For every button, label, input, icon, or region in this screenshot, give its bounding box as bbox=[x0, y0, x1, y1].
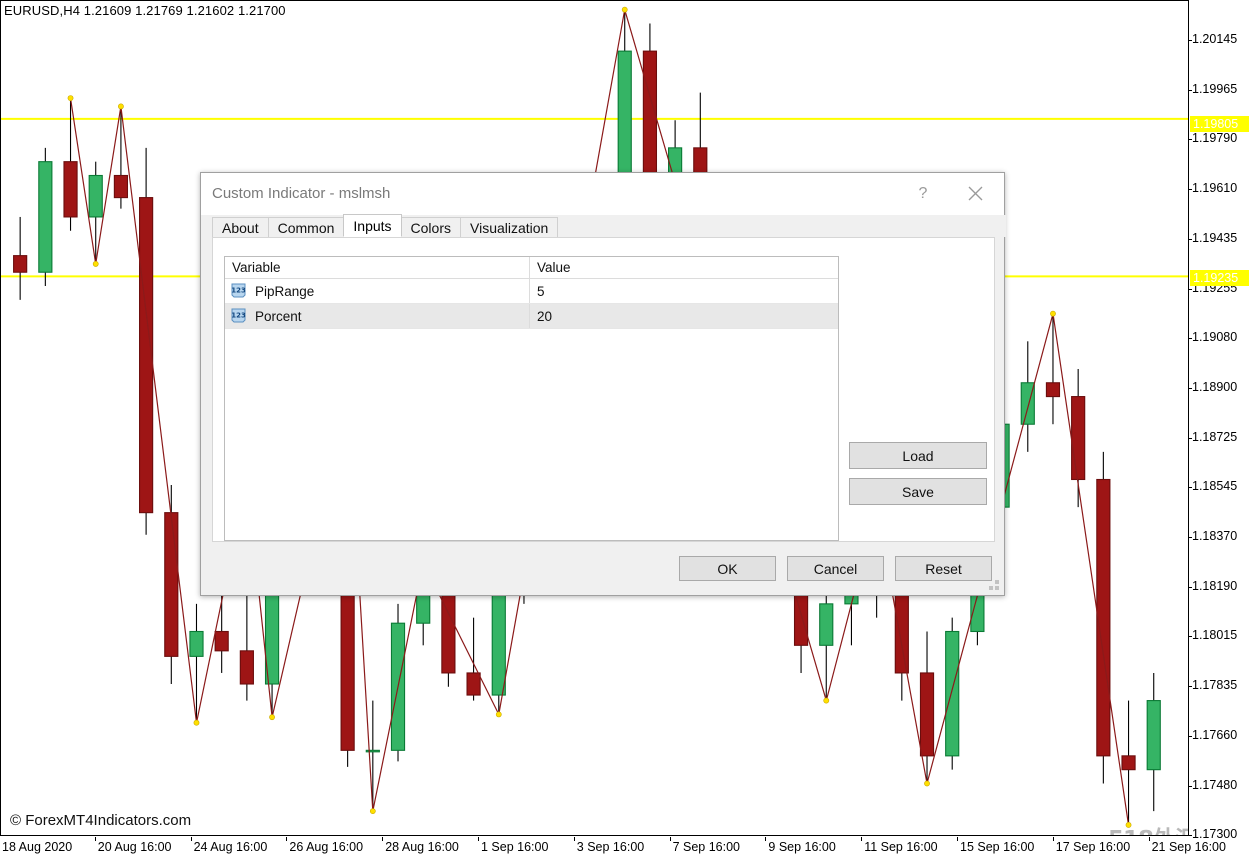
time-axis-tick: 21 Sep 16:00 bbox=[1151, 840, 1226, 854]
site-watermark: 518外汇网 bbox=[1108, 820, 1188, 835]
dialog-titlebar[interactable]: Custom Indicator - mslmsh ? bbox=[201, 173, 1004, 215]
price-axis-tick: 1.18545 bbox=[1187, 479, 1238, 494]
price-axis-tick: 1.19610 bbox=[1187, 181, 1238, 196]
parameter-name-cell: 123 Porcent bbox=[225, 304, 530, 328]
price-axis-tick: 1.19965 bbox=[1187, 81, 1238, 96]
tab-about[interactable]: About bbox=[212, 217, 269, 237]
time-axis-tickmark bbox=[765, 837, 767, 841]
question-mark-icon[interactable]: ? bbox=[900, 173, 946, 214]
svg-text:123: 123 bbox=[231, 312, 246, 320]
cancel-button[interactable]: Cancel bbox=[787, 556, 884, 581]
tab-label: About bbox=[222, 219, 259, 236]
price-axis-tick: 1.20145 bbox=[1187, 32, 1238, 46]
price-axis-tick: 1.18190 bbox=[1187, 578, 1238, 593]
time-axis-tickmark bbox=[573, 837, 575, 841]
price-axis-tick: 1.19080 bbox=[1187, 330, 1238, 345]
resize-grip[interactable] bbox=[989, 580, 1001, 592]
time-axis-tickmark bbox=[957, 837, 958, 841]
svg-text:123: 123 bbox=[231, 287, 246, 295]
dialog-title: Custom Indicator - mslmsh bbox=[212, 185, 391, 202]
price-axis-tick: 1.19435 bbox=[1187, 230, 1238, 245]
tab-strip-inner: About Common Inputs Colors Visualization bbox=[212, 214, 559, 237]
time-axis-tick: 15 Sep 16:00 bbox=[960, 840, 1035, 854]
tab-label: Inputs bbox=[353, 217, 392, 234]
price-axis-tick: 1.17835 bbox=[1187, 678, 1238, 693]
time-axis-tick: 24 Aug 16:00 bbox=[193, 840, 268, 854]
time-axis-tick: 11 Sep 16:00 bbox=[864, 840, 938, 854]
dialog-tabs[interactable]: About Common Inputs Colors Visualization bbox=[201, 214, 1006, 237]
save-button[interactable]: Save bbox=[849, 478, 987, 505]
time-axis-tick: 26 Aug 16:00 bbox=[289, 840, 364, 854]
time-axis-tickmark bbox=[861, 837, 863, 841]
symbol-ohlc-label: EURUSD,H4 1.21609 1.21769 1.21602 1.2170… bbox=[4, 3, 286, 18]
price-axis-tick: 1.18015 bbox=[1187, 628, 1238, 643]
number-type-icon: 123 bbox=[231, 308, 249, 324]
tab-label: Colors bbox=[410, 219, 451, 236]
tab-label: Visualization bbox=[470, 219, 549, 236]
time-axis-tick: 1 Sep 16:00 bbox=[481, 840, 549, 854]
price-axis-tick: 1.18370 bbox=[1187, 529, 1238, 543]
tab-label: Common bbox=[277, 219, 335, 236]
price-axis-tick: 1.18900 bbox=[1187, 379, 1238, 394]
load-button[interactable]: Load bbox=[849, 442, 987, 469]
price-axis-tick: 1.19790 bbox=[1187, 131, 1238, 146]
time-axis-tickmark bbox=[1052, 837, 1054, 841]
parameters-grid-body: 123 PipRange 5 123 Porcent 20 bbox=[225, 279, 838, 329]
time-axis-tickmark bbox=[382, 837, 384, 841]
time-axis-tickmark bbox=[190, 837, 192, 841]
price-level-highlight: 1.19805 bbox=[1190, 116, 1249, 132]
time-axis[interactable]: 18 Aug 2020 20 Aug 16:00 24 Aug 16:00 26 Au… bbox=[0, 837, 1226, 859]
time-axis-tick: 3 Sep 16:00 bbox=[576, 840, 645, 854]
parameter-name: Porcent bbox=[255, 308, 302, 324]
time-axis-tick: 20 Aug 16:00 bbox=[97, 840, 172, 854]
time-axis-tickmark bbox=[286, 837, 288, 841]
chart-left-border bbox=[0, 0, 1, 835]
price-level-highlight: 1.19235 bbox=[1190, 270, 1249, 286]
column-header-variable: Variable bbox=[225, 257, 530, 278]
price-axis-tick: 1.17480 bbox=[1187, 777, 1238, 792]
parameter-name: PipRange bbox=[255, 283, 315, 299]
time-axis-tick: 9 Sep 16:00 bbox=[768, 840, 836, 854]
time-axis-tickmark bbox=[94, 837, 96, 841]
parameter-value-cell[interactable]: 20 bbox=[530, 309, 838, 324]
tab-colors[interactable]: Colors bbox=[400, 217, 461, 237]
table-row[interactable]: 123 Porcent 20 bbox=[225, 304, 838, 329]
time-axis-tick: 28 Aug 16:00 bbox=[385, 840, 459, 854]
parameters-grid[interactable]: Variable Value 123 PipRange 5 123 Porcent 20 bbox=[224, 256, 839, 541]
price-axis-tick: 1.18725 bbox=[1187, 429, 1238, 444]
parameters-grid-header: Variable Value bbox=[225, 257, 838, 279]
tab-inputs[interactable]: Inputs bbox=[343, 214, 402, 237]
chart-top-border bbox=[0, 0, 1188, 1]
time-axis-tickmark bbox=[1148, 837, 1150, 841]
number-type-icon: 123 bbox=[231, 283, 249, 299]
time-axis-tick: 18 Aug 2020 bbox=[2, 840, 73, 854]
tab-visualization[interactable]: Visualization bbox=[460, 217, 559, 237]
time-axis-tick: 7 Sep 16:00 bbox=[672, 840, 741, 854]
ok-button[interactable]: OK bbox=[679, 556, 776, 581]
parameter-name-cell: 123 PipRange bbox=[225, 279, 530, 303]
time-axis-tickmark bbox=[478, 837, 479, 841]
price-axis-tick: 1.17660 bbox=[1187, 727, 1238, 742]
mt4-chart-window: EURUSD,H4 1.21609 1.21769 1.21602 1.2170… bbox=[0, 0, 1250, 859]
custom-indicator-dialog[interactable]: Custom Indicator - mslmsh ? About Common I… bbox=[200, 172, 1006, 596]
price-axis[interactable]: 1.20145 1.19965 1.19790 1.19610 1.19435 1.192… bbox=[1187, 0, 1250, 841]
parameter-value-cell[interactable]: 5 bbox=[530, 284, 838, 299]
tab-common[interactable]: Common bbox=[267, 217, 345, 237]
inputs-tab-panel: Variable Value 123 PipRange 5 123 Porcent 20 … bbox=[212, 237, 995, 542]
close-icon[interactable] bbox=[952, 173, 998, 214]
copyright-label: © ForexMT4Indicators.com bbox=[10, 812, 192, 829]
time-axis-tick: 17 Sep 16:00 bbox=[1055, 840, 1131, 854]
reset-button[interactable]: Reset bbox=[895, 556, 992, 581]
column-header-value: Value bbox=[537, 260, 571, 275]
table-row[interactable]: 123 PipRange 5 bbox=[225, 279, 838, 304]
time-axis-tickmark bbox=[669, 837, 671, 841]
